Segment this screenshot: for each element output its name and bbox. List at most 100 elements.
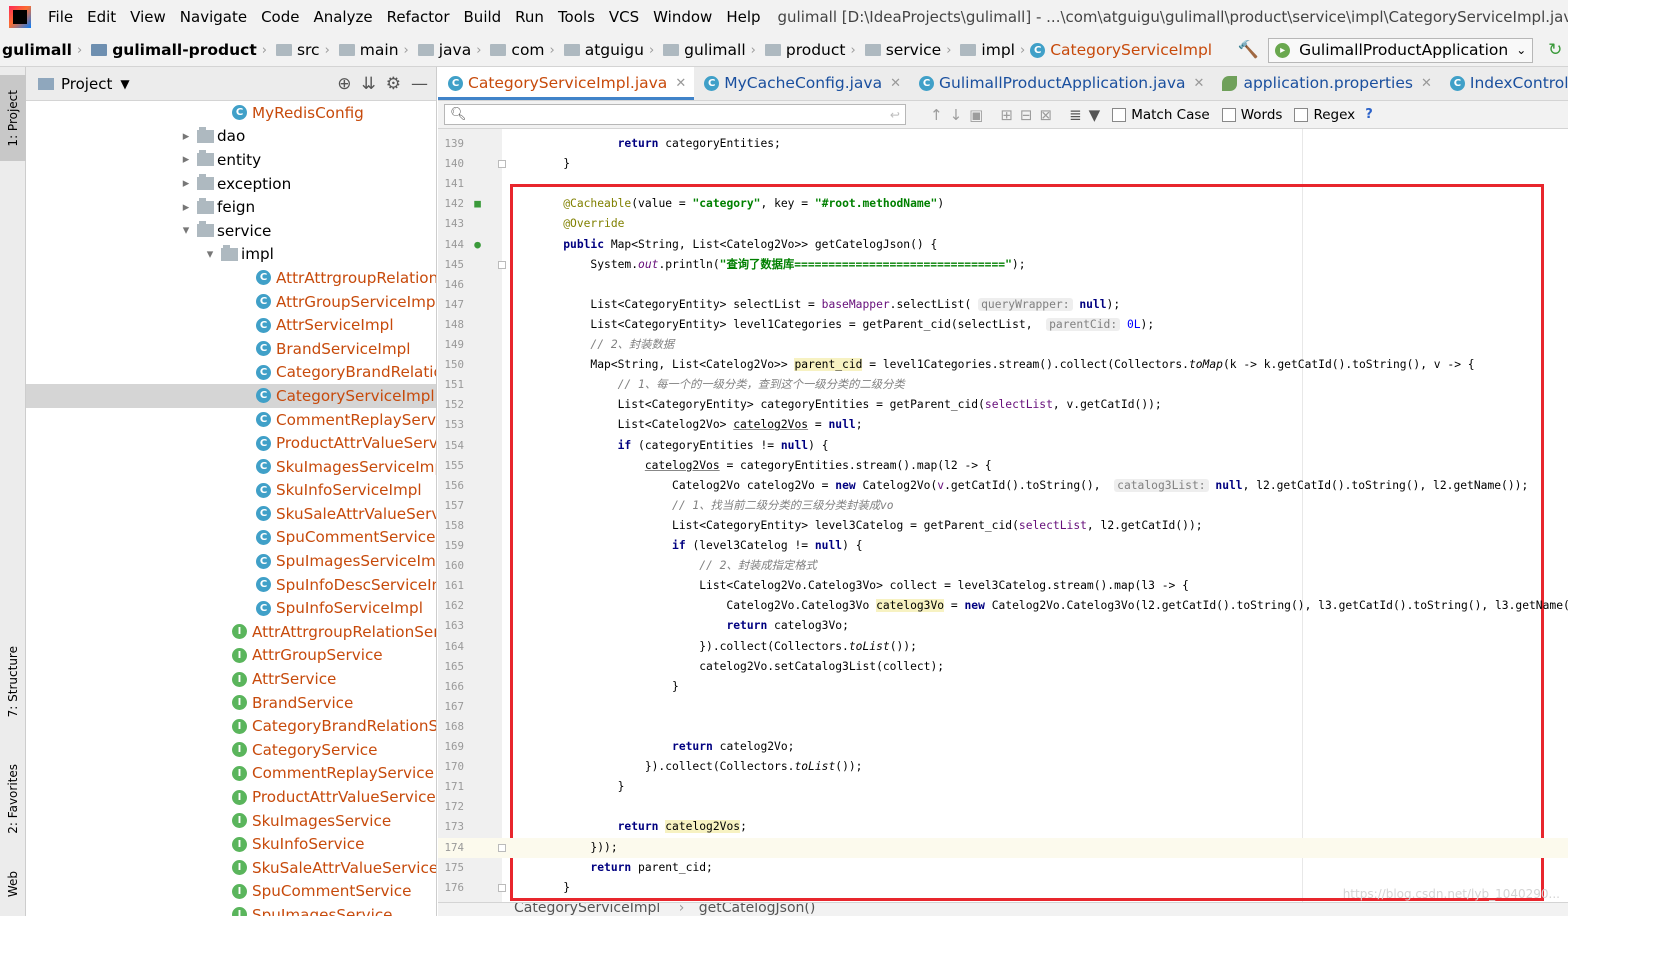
breadcrumb-folder[interactable]: service (859, 34, 944, 66)
breadcrumb-root[interactable]: gulimall (0, 34, 74, 66)
menu-tools[interactable]: Tools (551, 0, 602, 34)
menu-navigate[interactable]: Navigate (173, 0, 254, 34)
code-line[interactable]: 157 // 1、找当前二级分类的三级分类封装成vo (438, 496, 1568, 516)
editor-breadcrumb-class[interactable]: CategoryServiceImpl (514, 903, 660, 916)
code-line[interactable]: 166 } (438, 677, 1568, 697)
search-clear-icon[interactable]: ↩ (890, 108, 900, 122)
code-line[interactable]: 140 } (438, 154, 1568, 174)
editor-breadcrumb-method[interactable]: getCatelogJson() (699, 903, 816, 916)
tab-web-tool[interactable]: Web (0, 859, 26, 909)
tree-item[interactable]: I SkuInfoService (26, 832, 436, 856)
tree-item[interactable]: C CategoryBrandRelation (26, 361, 436, 385)
code-line[interactable]: 139 return categoryEntities; (438, 134, 1568, 154)
debug-bug-icon[interactable]: ✱ (1567, 38, 1568, 62)
fold-marker-icon[interactable] (498, 260, 506, 269)
code-line[interactable]: 142 ■ @Cacheable(value = "category", key … (438, 194, 1568, 214)
code-line[interactable]: 146 (438, 275, 1568, 295)
fold-marker-icon[interactable] (498, 883, 506, 892)
code-area[interactable]: 139 return categoryEntities; 140 } 141 142 ■… (438, 129, 1568, 902)
code-line[interactable]: 173 return catelog2Vos; (438, 817, 1568, 837)
menu-vcs[interactable]: VCS (602, 0, 646, 34)
menu-code[interactable]: Code (254, 0, 306, 34)
close-icon[interactable]: ✕ (1421, 76, 1432, 91)
tree-item[interactable]: ▸ feign (26, 195, 436, 219)
breadcrumb-folder[interactable]: com (484, 34, 546, 66)
tree-item[interactable]: I ProductAttrValueService (26, 785, 436, 809)
gear-icon[interactable]: ⚙ (386, 74, 401, 94)
editor-tab[interactable]: C CategoryServiceImpl.java ✕ (438, 67, 695, 100)
code-line[interactable]: 156 Catelog2Vo catelog2Vo = new Catelog2… (438, 476, 1568, 496)
chevron-down-icon[interactable]: ▼ (120, 77, 129, 91)
code-line[interactable]: 143 @Override (438, 214, 1568, 234)
remove-selection-icon[interactable]: ⊟ (1020, 106, 1033, 124)
tree-item[interactable]: ▸ exception (26, 172, 436, 196)
close-icon[interactable]: ✕ (675, 76, 686, 91)
fold-marker-icon[interactable] (498, 843, 506, 852)
breadcrumb-folder[interactable]: main (333, 34, 401, 66)
tree-item[interactable]: C AttrServiceImpl (26, 313, 436, 337)
search-input[interactable]: 🔍︎ ↩ (444, 104, 906, 125)
words-checkbox[interactable]: Words (1221, 107, 1282, 123)
code-line[interactable]: 164 }).collect(Collectors.toList()); (438, 637, 1568, 657)
tree-item[interactable]: I SkuImagesService (26, 809, 436, 833)
add-selection-icon[interactable]: ⊞ (1000, 106, 1013, 124)
tree-item[interactable]: C AttrGroupServiceImpl (26, 290, 436, 314)
tab-structure-tool[interactable]: 7: Structure (0, 635, 26, 729)
tree-item[interactable]: ▾ service (26, 219, 436, 243)
fold-marker-icon[interactable] (498, 160, 506, 169)
code-line[interactable]: 160 // 2、封装成指定格式 (438, 556, 1568, 576)
chevron-down-icon[interactable]: ▾ (180, 223, 192, 238)
tree-item[interactable]: C CategoryServiceImpl (26, 384, 436, 408)
code-line[interactable]: 174 })); (438, 837, 1568, 858)
chevron-right-icon[interactable]: ▸ (180, 129, 192, 144)
code-line[interactable]: 172 (438, 797, 1568, 817)
breadcrumb-folder[interactable]: src (270, 34, 322, 66)
chevron-right-icon[interactable]: ▸ (180, 200, 192, 215)
tab-favorites-tool[interactable]: 2: Favorites (0, 753, 26, 845)
code-line[interactable]: 151 // 1、每一个的一级分类，查到这个一级分类的二级分类 (438, 375, 1568, 395)
tree-item[interactable]: C SpuImagesServiceImpl (26, 549, 436, 573)
tree-item[interactable]: C SpuInfoServiceImpl (26, 596, 436, 620)
tree-item[interactable]: C CommentReplayService (26, 408, 436, 432)
code-line[interactable]: 149 // 2、封装数据 (438, 335, 1568, 355)
close-icon[interactable]: ✕ (1194, 76, 1205, 91)
tab-project-tool[interactable]: 1: Project (0, 75, 26, 161)
breadcrumb-class[interactable]: C CategoryServiceImpl (1028, 34, 1214, 66)
filter-icon[interactable]: ▼ (1089, 106, 1101, 124)
code-line[interactable]: 170 }).collect(Collectors.toList()); (438, 757, 1568, 777)
tree-item[interactable]: ▸ dao (26, 125, 436, 149)
menu-help[interactable]: Help (719, 0, 767, 34)
code-line[interactable]: 147 List<CategoryEntity> selectList = ba… (438, 295, 1568, 315)
code-line[interactable]: 162 Catelog2Vo.Catelog3Vo catelog3Vo = n… (438, 596, 1568, 616)
code-line[interactable]: 175 return parent_cid; (438, 858, 1568, 878)
code-line[interactable]: 159 if (level3Catelog != null) { (438, 536, 1568, 556)
code-line[interactable]: 168 (438, 717, 1568, 737)
tree-item[interactable]: C SkuImagesServiceImpl (26, 455, 436, 479)
menu-run[interactable]: Run (508, 0, 551, 34)
locate-target-icon[interactable]: ⊕ (337, 74, 351, 94)
match-case-checkbox[interactable]: Match Case (1112, 107, 1210, 123)
menu-file[interactable]: File (41, 0, 80, 34)
tree-item[interactable]: C SkuSaleAttrValueServic (26, 502, 436, 526)
code-line[interactable]: 152 List<CategoryEntity> categoryEntitie… (438, 395, 1568, 415)
tree-item[interactable]: I CategoryBrandRelationSer (26, 714, 436, 738)
chevron-right-icon[interactable]: ▸ (180, 152, 192, 167)
arrow-up-icon[interactable]: ↑ (930, 106, 943, 124)
code-line[interactable]: 144 ● public Map<String, List<Catelog2Vo>… (438, 235, 1568, 255)
code-line[interactable]: 167 (438, 697, 1568, 717)
search-help-icon[interactable]: ? (1365, 107, 1373, 122)
regex-checkbox[interactable]: Regex (1294, 107, 1355, 123)
tree-item[interactable]: I SkuSaleAttrValueService (26, 856, 436, 880)
tree-item[interactable]: I CommentReplayService (26, 762, 436, 786)
bean-gutter-icon[interactable]: ■ (472, 198, 483, 209)
tree-item[interactable]: ▸ entity (26, 148, 436, 172)
tree-item[interactable]: I SpuCommentService (26, 880, 436, 904)
breadcrumb-folder[interactable]: gulimall (657, 34, 748, 66)
run-configuration-select[interactable]: ▸ GulimallProductApplication ⌄ (1268, 37, 1534, 63)
code-line[interactable]: 161 List<Catelog2Vo.Catelog3Vo> collect … (438, 576, 1568, 596)
chevron-right-icon[interactable]: ▸ (180, 176, 192, 191)
select-all-occurrences-multi-icon[interactable]: ⊠ (1040, 106, 1053, 124)
menu-analyze[interactable]: Analyze (306, 0, 379, 34)
code-line[interactable]: 163 return catelog3Vo; (438, 616, 1568, 636)
code-line[interactable]: 154 if (categoryEntities != null) { (438, 436, 1568, 456)
